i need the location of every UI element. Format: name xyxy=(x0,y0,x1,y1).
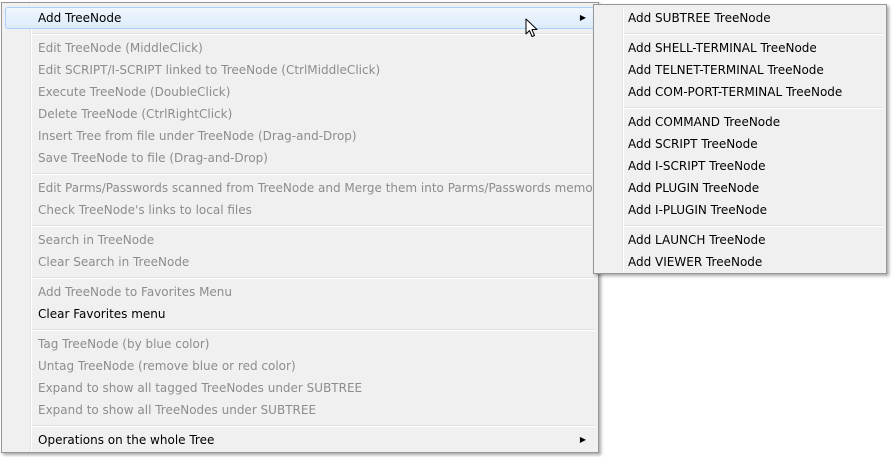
menu-item-tag-treenode[interactable]: Tag TreeNode (by blue color) xyxy=(5,333,595,355)
menu-item-save-treenode[interactable]: Save TreeNode to file (Drag-and-Drop) xyxy=(5,147,595,169)
submenu-item-add-telnet[interactable]: Add TELNET-TERMINAL TreeNode xyxy=(597,59,883,81)
submenu-item-add-viewer[interactable]: Add VIEWER TreeNode xyxy=(597,251,883,273)
submenu-item-add-shell[interactable]: Add SHELL-TERMINAL TreeNode xyxy=(597,37,883,59)
menu-item-insert-tree[interactable]: Insert Tree from file under TreeNode (Dr… xyxy=(5,125,595,147)
menu-separator xyxy=(32,173,595,175)
menu-item-operations-tree[interactable]: Operations on the whole Tree ▶ xyxy=(5,429,595,451)
context-menu: Add TreeNode ▶ Edit TreeNode (MiddleClic… xyxy=(1,2,605,453)
menu-item-edit-treenode[interactable]: Edit TreeNode (MiddleClick) xyxy=(5,37,595,59)
menu-item-delete-treenode[interactable]: Delete TreeNode (CtrlRightClick) xyxy=(5,103,595,125)
chevron-right-icon: ▶ xyxy=(579,435,586,444)
submenu-item-add-launch[interactable]: Add LAUNCH TreeNode xyxy=(597,229,883,251)
menu-separator xyxy=(624,107,883,109)
menu-item-expand-all[interactable]: Expand to show all TreeNodes under SUBTR… xyxy=(5,399,595,421)
add-treenode-submenu: Add SUBTREE TreeNode Add SHELL-TERMINAL … xyxy=(593,4,887,274)
menu-item-clear-favorites[interactable]: Clear Favorites menu xyxy=(5,303,595,325)
menu-separator xyxy=(624,33,883,35)
menu-item-label: Add TreeNode xyxy=(38,11,122,25)
menu-item-untag-treenode[interactable]: Untag TreeNode (remove blue or red color… xyxy=(5,355,595,377)
menu-item-add-favorites[interactable]: Add TreeNode to Favorites Menu xyxy=(5,281,595,303)
menu-item-expand-tagged[interactable]: Expand to show all tagged TreeNodes unde… xyxy=(5,377,595,399)
menu-item-clear-search[interactable]: Clear Search in TreeNode xyxy=(5,251,595,273)
menu-separator xyxy=(624,225,883,227)
chevron-right-icon: ▶ xyxy=(579,13,586,22)
menu-separator xyxy=(32,277,595,279)
submenu-item-add-plugin[interactable]: Add PLUGIN TreeNode xyxy=(597,177,883,199)
submenu-item-add-command[interactable]: Add COMMAND TreeNode xyxy=(597,111,883,133)
submenu-item-add-script[interactable]: Add SCRIPT TreeNode xyxy=(597,133,883,155)
menu-item-search[interactable]: Search in TreeNode xyxy=(5,229,595,251)
menu-separator xyxy=(32,225,595,227)
submenu-item-add-subtree[interactable]: Add SUBTREE TreeNode xyxy=(597,7,883,29)
mouse-pointer-icon xyxy=(525,18,538,37)
submenu-item-add-comport[interactable]: Add COM-PORT-TERMINAL TreeNode xyxy=(597,81,883,103)
submenu-item-add-iplugin[interactable]: Add I-PLUGIN TreeNode xyxy=(597,199,883,221)
menu-item-label: Operations on the whole Tree xyxy=(38,433,215,447)
menu-item-edit-script[interactable]: Edit SCRIPT/I-SCRIPT linked to TreeNode … xyxy=(5,59,595,81)
menu-separator xyxy=(32,33,595,35)
menu-item-execute-treenode[interactable]: Execute TreeNode (DoubleClick) xyxy=(5,81,595,103)
menu-item-edit-parms[interactable]: Edit Parms/Passwords scanned from TreeNo… xyxy=(5,177,605,199)
menu-item-check-links[interactable]: Check TreeNode's links to local files xyxy=(5,199,595,221)
submenu-item-add-iscript[interactable]: Add I-SCRIPT TreeNode xyxy=(597,155,883,177)
menu-item-add-treenode[interactable]: Add TreeNode ▶ xyxy=(5,7,595,29)
menu-separator xyxy=(32,425,595,427)
menu-separator xyxy=(32,329,595,331)
